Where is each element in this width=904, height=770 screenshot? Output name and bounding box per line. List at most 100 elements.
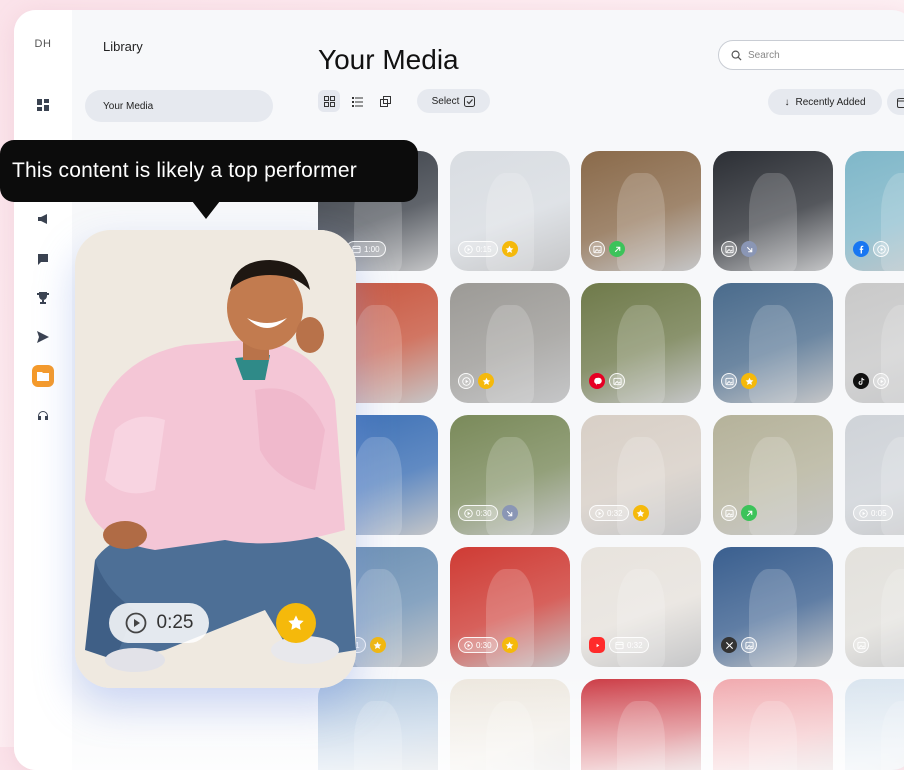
duration-badge: 0:30 xyxy=(458,637,498,653)
sort-button[interactable]: ↓ Recently Added xyxy=(768,89,882,115)
tooltip-arrow xyxy=(192,201,220,219)
duration-text: 0:32 xyxy=(627,641,643,650)
media-thumbnail xyxy=(354,701,402,770)
dashboard-icon[interactable] xyxy=(34,96,52,114)
featured-media-card[interactable]: 0:25 xyxy=(75,230,356,688)
search-input[interactable]: Search xyxy=(718,40,904,70)
featured-star-badge[interactable] xyxy=(276,603,316,643)
media-thumbnail xyxy=(486,701,534,770)
tile-badges xyxy=(721,373,757,389)
collage-icon xyxy=(380,96,391,107)
media-tile[interactable] xyxy=(581,151,701,271)
tile-badges xyxy=(721,241,757,257)
calendar-icon xyxy=(897,97,904,108)
media-tile[interactable] xyxy=(713,679,833,770)
duration-badge: 0:05 xyxy=(853,505,893,521)
media-tile[interactable]: 0:05 xyxy=(845,415,904,535)
star-icon xyxy=(633,505,649,521)
media-thumbnail xyxy=(749,701,797,770)
media-tile[interactable] xyxy=(581,283,701,403)
image-icon xyxy=(721,505,737,521)
play-icon xyxy=(464,509,473,518)
select-label: Select xyxy=(432,96,460,107)
media-tile[interactable] xyxy=(450,679,570,770)
headphones-icon[interactable] xyxy=(34,406,52,424)
trophy-icon[interactable] xyxy=(34,289,52,307)
media-tile[interactable] xyxy=(845,283,904,403)
media-tile[interactable] xyxy=(845,679,904,770)
play-icon xyxy=(873,241,889,257)
star-icon xyxy=(370,637,386,653)
tile-badges xyxy=(458,373,494,389)
image-icon xyxy=(721,241,737,257)
page-title: Your Media xyxy=(318,44,459,76)
sidebar-rail: DH xyxy=(14,10,72,770)
star-icon xyxy=(478,373,494,389)
folder-icon[interactable] xyxy=(32,365,54,387)
image-icon xyxy=(721,373,737,389)
media-tile[interactable] xyxy=(713,415,833,535)
star-icon xyxy=(287,614,305,632)
media-tile[interactable]: 0:32 xyxy=(581,415,701,535)
media-tile[interactable]: 0:32 xyxy=(581,547,701,667)
search-icon xyxy=(731,50,742,61)
duration-badge: 0:15 xyxy=(458,241,498,257)
duration-badge: 0:30 xyxy=(458,505,498,521)
play-icon xyxy=(464,641,473,650)
sort-label: Recently Added xyxy=(795,97,865,108)
media-thumbnail xyxy=(617,701,665,770)
collage-view-button[interactable] xyxy=(374,90,396,112)
trend-down-icon xyxy=(502,505,518,521)
media-thumbnail xyxy=(881,701,904,770)
image-icon xyxy=(609,373,625,389)
media-tile[interactable] xyxy=(713,547,833,667)
duration-text: 0:32 xyxy=(607,509,623,518)
send-icon[interactable] xyxy=(34,328,52,346)
duration-badge: 0:32 xyxy=(609,637,649,653)
tile-badges xyxy=(589,373,625,389)
media-tile[interactable] xyxy=(845,151,904,271)
tiktok-icon xyxy=(853,373,869,389)
tile-badges xyxy=(589,241,625,257)
calendar-icon xyxy=(615,641,624,650)
youtube-icon xyxy=(589,637,605,653)
tile-badges xyxy=(721,505,757,521)
image-icon xyxy=(741,637,757,653)
star-icon xyxy=(741,373,757,389)
nav-item-your-media[interactable]: Your Media xyxy=(85,90,273,122)
grid-view-button[interactable] xyxy=(318,90,340,112)
media-tile[interactable] xyxy=(845,547,904,667)
x-logo-icon xyxy=(721,637,737,653)
tile-badges: 0:05 xyxy=(853,505,893,521)
duration-badge: 0:32 xyxy=(589,505,629,521)
list-view-button[interactable] xyxy=(346,90,368,112)
tile-badges: 0:30 xyxy=(458,637,518,653)
calendar-button[interactable] xyxy=(887,89,904,115)
duration-text: 0:30 xyxy=(476,509,492,518)
tile-badges: 0:15 xyxy=(458,241,518,257)
pinterest-icon xyxy=(589,373,605,389)
media-tile[interactable] xyxy=(318,679,438,770)
tile-badges: 0:32 xyxy=(589,637,649,653)
image-icon xyxy=(853,637,869,653)
media-tile[interactable] xyxy=(450,283,570,403)
media-thumbnail xyxy=(354,305,402,403)
tile-badges xyxy=(853,373,889,389)
tile-badges xyxy=(853,637,869,653)
image-icon xyxy=(589,241,605,257)
tile-badges: 0:32 xyxy=(589,505,649,521)
duration-text: 0:30 xyxy=(476,641,492,650)
media-tile[interactable] xyxy=(713,151,833,271)
megaphone-icon[interactable] xyxy=(34,210,52,228)
media-tile[interactable] xyxy=(581,679,701,770)
featured-duration: 0:25 xyxy=(157,612,194,634)
media-tile[interactable]: 0:15 xyxy=(450,151,570,271)
media-tile[interactable]: 0:30 xyxy=(450,415,570,535)
media-tile[interactable] xyxy=(713,283,833,403)
select-button[interactable]: Select xyxy=(417,89,490,113)
media-tile[interactable]: 0:30 xyxy=(450,547,570,667)
trend-up-icon xyxy=(741,505,757,521)
chat-icon[interactable] xyxy=(34,250,52,268)
trend-down-icon xyxy=(741,241,757,257)
logo: DH xyxy=(14,38,72,50)
